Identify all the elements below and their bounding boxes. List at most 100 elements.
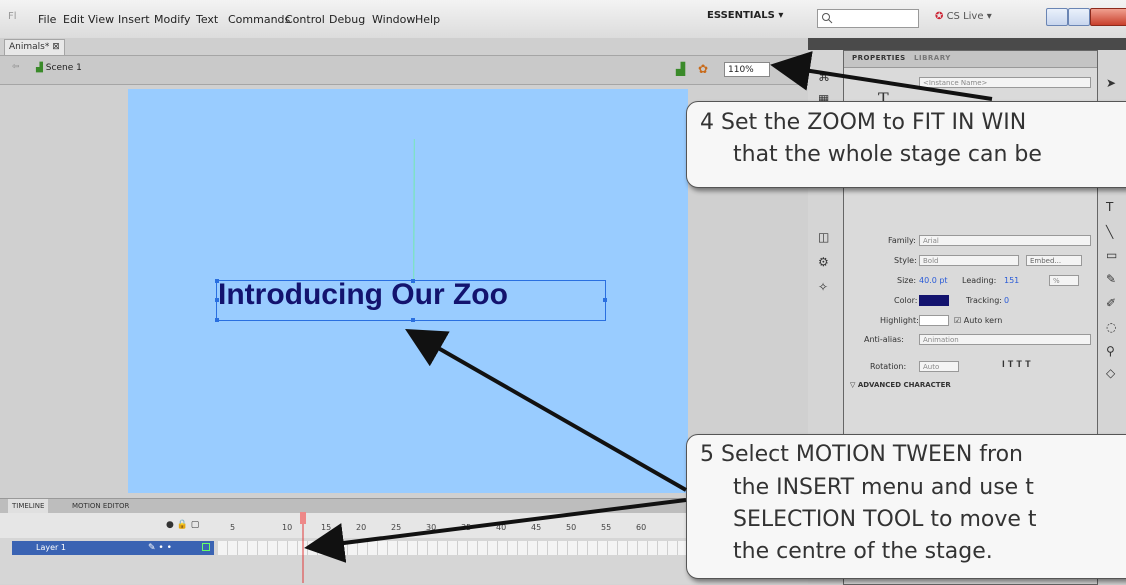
document-tab[interactable]: Animals* ⊠ xyxy=(4,39,65,55)
layer-row[interactable]: Layer 1 ✎ • • xyxy=(12,541,214,555)
menu-file[interactable]: File xyxy=(38,13,56,26)
motion-path-line xyxy=(413,139,415,284)
resize-handle[interactable] xyxy=(603,298,607,302)
instance-name-field[interactable]: <Instance Name> xyxy=(919,77,1091,88)
edit-symbols-icon[interactable]: ✿ xyxy=(698,62,708,76)
callout-step-4: 4 Set the ZOOM to FIT IN WIN that the wh… xyxy=(686,101,1126,188)
family-field[interactable]: Arial xyxy=(919,235,1091,246)
menu-window[interactable]: Window xyxy=(372,13,415,26)
edit-bar: ⇦ ▟ Scene 1 ▟ ✿ 110% xyxy=(0,56,808,85)
menu-commands[interactable]: Commands xyxy=(228,13,290,26)
playhead[interactable] xyxy=(300,512,306,583)
help-search-input[interactable] xyxy=(817,9,919,28)
antialias-label: Anti-alias: xyxy=(864,335,904,344)
menu-modify[interactable]: Modify xyxy=(154,13,190,26)
menu-control[interactable]: Control xyxy=(285,13,325,26)
frame-number: 30 xyxy=(426,523,437,532)
frame-number: 10 xyxy=(282,523,293,532)
eraser-tool-icon[interactable]: ◇ xyxy=(1106,366,1115,380)
transform-icon[interactable]: ✧ xyxy=(818,280,828,294)
frames-strip[interactable] xyxy=(218,541,688,555)
color-label: Color: xyxy=(894,296,918,305)
frame-number: 50 xyxy=(566,523,577,532)
swatches-icon[interactable]: ◫ xyxy=(818,230,829,244)
frame-number: 60 xyxy=(636,523,647,532)
frame-number: 55 xyxy=(601,523,612,532)
text-color-swatch[interactable] xyxy=(919,295,949,306)
workspace-label: ESSENTIALS xyxy=(707,10,775,21)
frame-number: 15 xyxy=(321,523,332,532)
antialias-select[interactable]: Animation xyxy=(919,334,1091,345)
pencil-tool-icon[interactable]: ✎ xyxy=(1106,272,1116,286)
eyedropper-tool-icon[interactable]: ⚲ xyxy=(1106,344,1115,358)
motion-presets-icon[interactable]: ⌘ xyxy=(818,70,830,84)
brush-tool-icon[interactable]: ✐ xyxy=(1106,296,1116,310)
tab-motion-editor[interactable]: MOTION EDITOR xyxy=(68,499,133,513)
tab-timeline[interactable]: TIMELINE xyxy=(8,499,49,513)
menu-help[interactable]: Help xyxy=(415,13,440,26)
close-tab-icon[interactable]: ⊠ xyxy=(52,42,60,52)
workspace-switcher[interactable]: ESSENTIALS ▾ xyxy=(707,10,783,21)
rotation-select[interactable]: Auto xyxy=(919,361,959,372)
cs-live-icon: ✪ xyxy=(935,11,944,22)
scene-breadcrumb[interactable]: ▟ Scene 1 xyxy=(36,63,82,73)
maximize-button[interactable] xyxy=(1068,8,1090,26)
rectangle-tool-icon[interactable]: ▭ xyxy=(1106,248,1117,262)
menu-bar: Fl File Edit View Insert Modify Text Com… xyxy=(0,0,1126,39)
size-value[interactable]: 40.0 pt xyxy=(919,276,948,285)
style-select[interactable]: Bold xyxy=(919,255,1019,266)
family-label: Family: xyxy=(888,236,916,245)
components-icon[interactable]: ⚙ xyxy=(818,255,829,269)
selection-tool-icon[interactable]: ➤ xyxy=(1106,76,1116,90)
leading-value[interactable]: 151 xyxy=(1004,276,1019,285)
menu-edit[interactable]: Edit xyxy=(63,13,84,26)
autokern-label: Auto kern xyxy=(963,316,1003,325)
minimize-button[interactable] xyxy=(1046,8,1068,26)
line-tool-icon[interactable]: ╲ xyxy=(1106,225,1113,239)
resize-handle[interactable] xyxy=(411,318,415,322)
lasso-tool-icon[interactable]: ◌ xyxy=(1106,320,1116,334)
document-tab-label: Animals* xyxy=(9,42,50,52)
menu-text[interactable]: Text xyxy=(196,13,218,26)
resize-handle[interactable] xyxy=(215,318,219,322)
leading-unit-select[interactable]: % xyxy=(1049,275,1079,286)
text-tool-icon[interactable]: T xyxy=(1106,200,1113,214)
pencil-icon[interactable]: ✎ • • xyxy=(148,541,172,555)
outline-color-icon[interactable] xyxy=(202,543,210,551)
frame-number: 20 xyxy=(356,523,367,532)
close-button[interactable] xyxy=(1090,8,1126,26)
style-label: Style: xyxy=(894,256,917,265)
highlight-swatch[interactable] xyxy=(919,315,949,326)
frame-number: 45 xyxy=(531,523,542,532)
rotation-label: Rotation: xyxy=(870,362,907,371)
size-label: Size: xyxy=(897,276,917,285)
frame-number: 25 xyxy=(391,523,402,532)
tab-properties[interactable]: PROPERTIES xyxy=(852,54,906,62)
zoom-field[interactable]: 110% xyxy=(724,62,770,77)
autokern-checkbox[interactable]: ☑ Auto kern xyxy=(954,316,1002,325)
frame-number: 40 xyxy=(496,523,507,532)
flash-logo-icon: Fl xyxy=(8,11,17,22)
stage-text-object[interactable]: Introducing Our Zoo xyxy=(218,278,508,312)
tracking-value[interactable]: 0 xyxy=(1004,296,1009,305)
document-tab-bar: Animals* ⊠ xyxy=(0,38,808,56)
callout-step-5: 5 Select MOTION TWEEN fron the INSERT me… xyxy=(686,434,1126,579)
menu-insert[interactable]: Insert xyxy=(118,13,150,26)
advanced-character-section[interactable]: ▽ ADVANCED CHARACTER xyxy=(850,381,951,389)
frame-number: 5 xyxy=(230,523,236,532)
embed-button[interactable]: Embed... xyxy=(1026,255,1082,266)
tracking-label: Tracking: xyxy=(966,296,1002,305)
tab-library[interactable]: LIBRARY xyxy=(914,54,951,62)
leading-label: Leading: xyxy=(962,276,997,285)
edit-scene-icon[interactable]: ▟ xyxy=(676,62,685,76)
layer-name: Layer 1 xyxy=(36,543,66,552)
cs-live-button[interactable]: ✪ CS Live ▾ xyxy=(935,11,992,22)
back-arrow-icon[interactable]: ⇦ xyxy=(12,62,20,72)
text-orientation-icons[interactable]: 𝐈 𝐓 𝐓 𝐓 xyxy=(1002,360,1031,370)
menu-debug[interactable]: Debug xyxy=(329,13,365,26)
callout-line: the INSERT menu and use t xyxy=(733,475,1034,500)
callout-line: that the whole stage can be xyxy=(733,142,1042,167)
highlight-label: Highlight: xyxy=(880,316,919,325)
layer-toggle-icons[interactable]: ● 🔒 ▢ xyxy=(166,520,199,530)
menu-view[interactable]: View xyxy=(88,13,114,26)
